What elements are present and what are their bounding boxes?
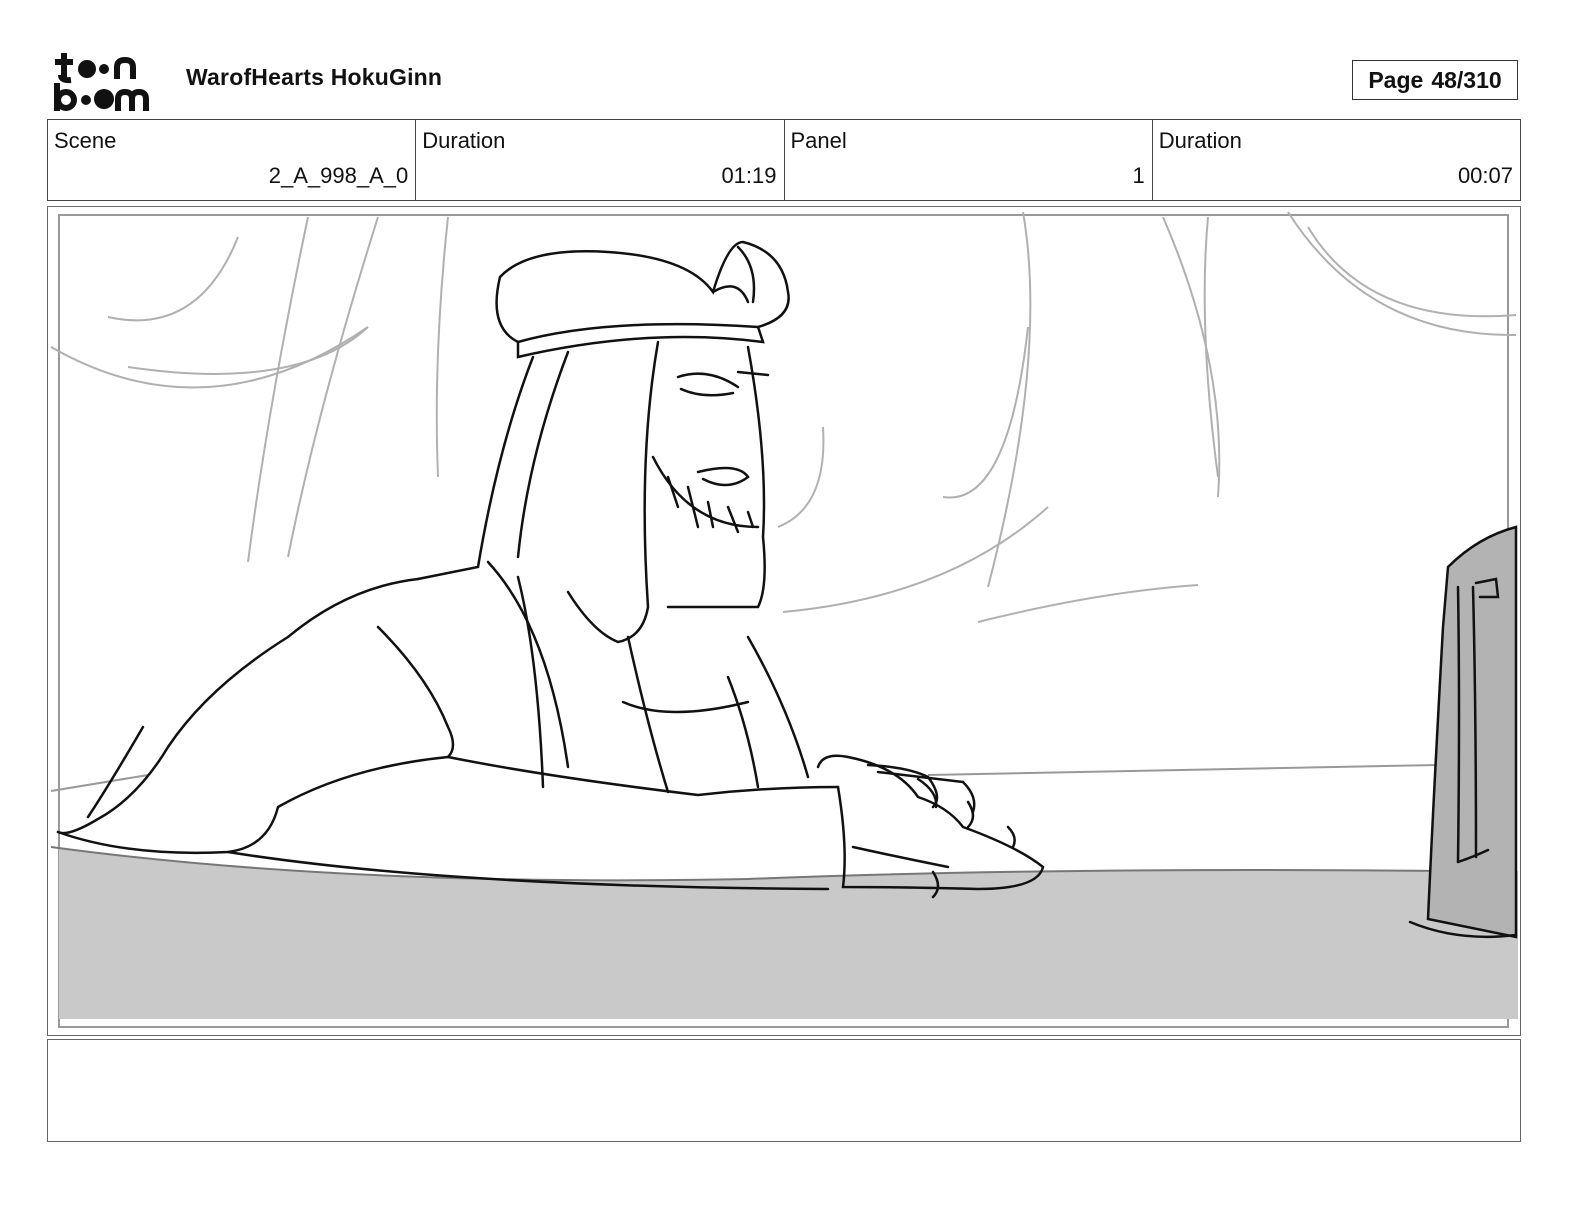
toonboom-logo-icon <box>54 53 149 111</box>
panel-duration-label: Duration <box>1158 128 1242 153</box>
panel-notes-box <box>47 1039 1521 1142</box>
panel-cell: Panel 1 <box>785 120 1153 200</box>
page-label: Page <box>1368 66 1424 93</box>
scene-label: Scene <box>54 128 117 153</box>
storyboard-panel <box>47 206 1521 1036</box>
panel-duration-value: 00:07 <box>1457 163 1513 188</box>
scene-duration-cell: Duration 01:19 <box>416 120 785 200</box>
panel-value: 1 <box>1132 163 1145 188</box>
scene-duration-value: 01:19 <box>721 163 777 188</box>
storyboard-sketch-image <box>50 211 1518 1028</box>
panel-label: Panel <box>790 128 847 153</box>
panel-info-table: Scene 2_A_998_A_0 Duration 01:19 Panel 1… <box>47 119 1521 201</box>
scene-cell: Scene 2_A_998_A_0 <box>48 120 417 200</box>
panel-duration-cell: Duration 00:07 <box>1153 120 1520 200</box>
page-number: 48/310 <box>1431 66 1502 93</box>
scene-value: 2_A_998_A_0 <box>268 163 409 188</box>
scene-duration-label: Duration <box>422 128 506 153</box>
page-indicator: Page 48/310 <box>1352 60 1518 100</box>
project-title: WarofHearts HokuGinn <box>186 64 443 90</box>
